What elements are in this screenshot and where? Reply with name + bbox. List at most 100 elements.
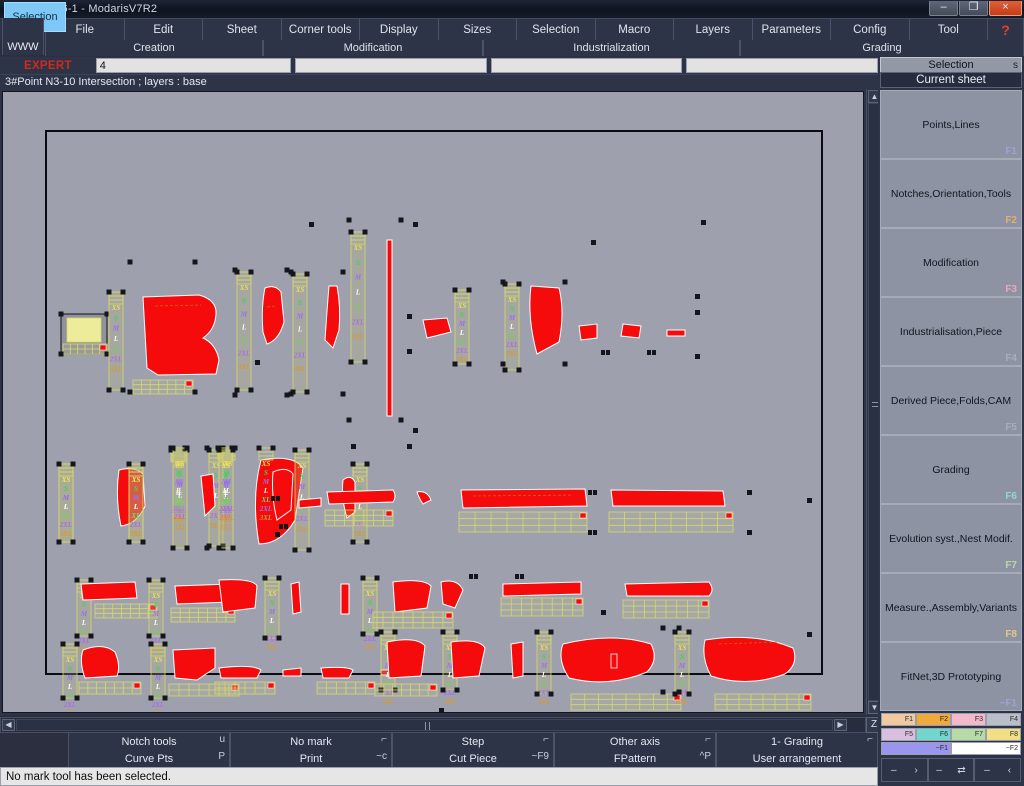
fkey-button-F2[interactable]: Notches,Orientation,Tools F2 (880, 159, 1022, 228)
selection-handle[interactable] (454, 629, 460, 635)
selection-handle[interactable] (548, 691, 554, 697)
selection-handle[interactable] (562, 361, 568, 367)
selection-handle[interactable] (230, 545, 236, 551)
command-input-1[interactable] (95, 58, 292, 73)
selection-handle[interactable] (606, 350, 610, 355)
menu-item-parameters[interactable]: Parameters (752, 19, 831, 40)
selection-handle[interactable] (407, 444, 412, 449)
selection-handle[interactable] (695, 310, 700, 315)
pattern-piece-tiny-2[interactable] (620, 323, 642, 339)
selection-handle[interactable] (262, 635, 268, 641)
selection-handle[interactable] (192, 389, 198, 395)
selection-handle[interactable] (500, 279, 506, 285)
selection-handle[interactable] (58, 311, 64, 317)
menu-item-sizes[interactable]: Sizes (438, 19, 517, 40)
command-input-3[interactable] (490, 58, 683, 73)
selection-handle[interactable] (454, 687, 460, 693)
scroll-right-icon[interactable]: ▶ (834, 719, 847, 731)
layer-swatch-F5[interactable]: F5 (881, 728, 916, 741)
selection-handle[interactable] (292, 447, 298, 453)
selection-handle[interactable] (695, 294, 700, 299)
selection-handle[interactable] (474, 574, 478, 579)
selection-handle[interactable] (288, 391, 294, 397)
selection-handle[interactable] (593, 530, 597, 535)
tool-button-print[interactable]: Print ~c (230, 750, 392, 767)
selection-handle[interactable] (126, 539, 132, 545)
selection-handle[interactable] (413, 428, 418, 433)
selection-handle[interactable] (234, 387, 240, 393)
selection-handle[interactable] (216, 545, 222, 551)
fkey-button-F8[interactable]: Measure.,Assembly,Variants F8 (880, 573, 1022, 642)
horizontal-scroll-thumb[interactable] (16, 719, 833, 731)
menu-item-tool[interactable]: Tool (909, 19, 988, 40)
selection-handle[interactable] (126, 461, 132, 467)
selection-handle[interactable] (306, 547, 312, 553)
pattern-piece-r4-3[interactable] (218, 665, 262, 679)
pattern-piece-r3-5[interactable] (340, 583, 350, 615)
selection-handle[interactable] (686, 629, 692, 635)
selection-handle[interactable] (378, 629, 384, 635)
pattern-piece-r4-4[interactable] (282, 667, 302, 677)
pattern-piece-curved[interactable] (529, 285, 563, 355)
selection-handle[interactable] (120, 289, 126, 295)
selection-handle[interactable] (701, 220, 706, 225)
selection-handle[interactable] (248, 269, 254, 275)
selection-handle[interactable] (351, 444, 356, 449)
selection-handle[interactable] (593, 490, 597, 495)
selection-handle[interactable] (360, 631, 366, 637)
pattern-piece-r2-long-2[interactable] (610, 489, 726, 507)
selection-handle[interactable] (232, 267, 238, 273)
fkey-button-F7[interactable]: Evolution syst.,Nest Modif. F7 (880, 504, 1022, 573)
panel-header[interactable]: Selection s (880, 57, 1022, 72)
canvas-horizontal-scrollbar[interactable]: ◀ ▶ (0, 717, 866, 733)
selection-handle[interactable] (440, 687, 446, 693)
selection-handle[interactable] (520, 574, 524, 579)
panel-nav-button-1[interactable]: – › (881, 758, 928, 782)
selection-handle[interactable] (360, 575, 366, 581)
pattern-piece-r4-9[interactable] (510, 641, 524, 679)
close-button[interactable]: × (989, 1, 1022, 16)
selection-handle[interactable] (647, 350, 651, 355)
menu-item-corner-tools[interactable]: Corner tools (281, 19, 360, 40)
selection-handle[interactable] (248, 387, 254, 393)
www-button[interactable]: WWW (2, 18, 44, 55)
pattern-piece-hip-left[interactable] (560, 637, 655, 683)
pattern-piece-r3-8[interactable] (502, 581, 582, 597)
selection-handle[interactable] (346, 217, 352, 223)
selection-handle[interactable] (695, 354, 700, 359)
selection-handle[interactable] (204, 445, 210, 451)
selection-handle[interactable] (204, 545, 210, 551)
grading-grid[interactable] (132, 379, 194, 395)
selection-handle[interactable] (534, 629, 540, 635)
selection-handle[interactable] (170, 545, 176, 551)
selection-handle[interactable] (276, 575, 282, 581)
selection-handle[interactable] (275, 532, 280, 537)
selection-handle[interactable] (398, 217, 404, 223)
layer-swatch-F7[interactable]: F7 (951, 728, 986, 741)
selection-handle[interactable] (676, 625, 682, 631)
fkey-button-F3[interactable]: Modification F3 (880, 228, 1022, 297)
fkey-button-F1[interactable]: FitNet,3D Prototyping ~F1 (880, 642, 1022, 711)
pattern-piece-hip-right[interactable] (703, 636, 796, 683)
selection-handle[interactable] (58, 351, 64, 357)
selection-handle[interactable] (516, 367, 522, 373)
selection-handle[interactable] (407, 314, 412, 319)
selection-handle[interactable] (74, 577, 80, 583)
pattern-piece-r4-7[interactable] (386, 639, 426, 679)
selection-handle[interactable] (364, 461, 370, 467)
selection-handle[interactable] (392, 629, 398, 635)
pattern-piece-tiny-3[interactable] (666, 329, 686, 337)
pattern-piece-r4-1[interactable] (80, 646, 120, 679)
tool-button-no-mark[interactable]: No mark ⌐ (230, 733, 392, 750)
pattern-piece-r3-4[interactable] (290, 581, 302, 615)
layer-swatch-F3[interactable]: F3 (951, 713, 986, 726)
selection-handle[interactable] (807, 632, 812, 637)
selection-handle[interactable] (56, 461, 62, 467)
selection-handle[interactable] (120, 387, 126, 393)
pattern-piece-bodice[interactable] (142, 294, 220, 376)
selection-handle[interactable] (192, 259, 198, 265)
selection-handle[interactable] (452, 361, 458, 367)
selection-handle[interactable] (413, 222, 418, 227)
help-icon[interactable]: ? (988, 19, 1024, 40)
selection-handle[interactable] (548, 629, 554, 635)
